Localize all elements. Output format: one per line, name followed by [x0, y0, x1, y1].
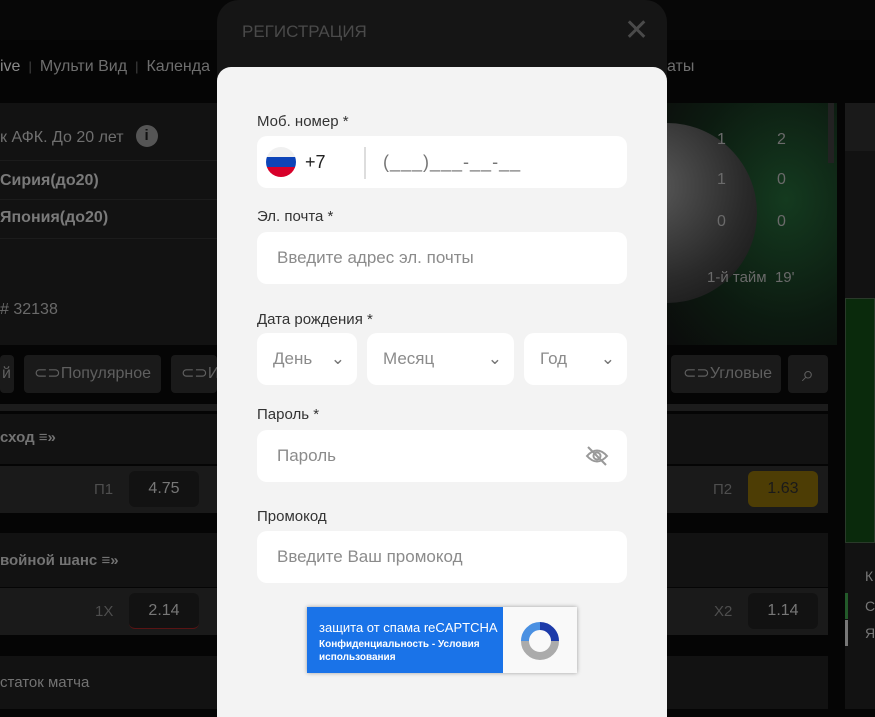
league-name: к АФК. До 20 лет [0, 129, 124, 146]
email-label: Эл. почта * [257, 208, 334, 225]
country-code[interactable]: +7 [305, 136, 326, 188]
phone-field: +7 [257, 136, 627, 188]
recaptcha-logo-icon [521, 622, 559, 660]
chevron-down-icon: ⌄ [487, 349, 502, 368]
recaptcha-badge[interactable]: защита от спама reCAPTCHA Конфиденциальн… [307, 607, 577, 673]
score-header-2: 2 [777, 131, 786, 148]
info-icon[interactable]: i [135, 125, 158, 147]
chevron-down-icon: ⌄ [600, 349, 615, 368]
score-team2-half1: 0 [717, 213, 726, 230]
odd-button-1x[interactable]: 2.14 [129, 593, 199, 629]
eye-off-icon[interactable] [585, 445, 609, 467]
nav-item-multiview[interactable]: Мульти Вид [40, 58, 127, 75]
day-select[interactable]: День ⌄ [257, 333, 357, 385]
birthdate-label: Дата рождения * [257, 311, 373, 328]
nav-item-results[interactable]: аты [667, 58, 694, 76]
match-info-panel: к АФК. До 20 лет i Сирия(до20) Япония(до2… [0, 103, 217, 345]
promo-input[interactable]: Введите Ваш промокод [257, 531, 627, 583]
match-id: # 32138 [0, 301, 58, 318]
score-team1-half2: 0 [777, 171, 786, 188]
tab-other[interactable]: ⊂⊃И [171, 355, 219, 393]
password-field: Пароль [257, 430, 627, 482]
score-team1-half1: 1 [717, 171, 726, 188]
nav-item-calendar[interactable]: Календа [146, 58, 210, 75]
side-row: К [865, 568, 874, 584]
tab-all[interactable]: й [0, 355, 14, 393]
month-select[interactable]: Месяц ⌄ [367, 333, 514, 385]
search-icon[interactable]: ⌕ [788, 355, 828, 393]
odd-label-p1: П1 [94, 481, 114, 498]
year-select[interactable]: Год ⌄ [524, 333, 627, 385]
promo-label: Промокод [257, 508, 327, 525]
chevron-down-icon: ⌄ [330, 349, 345, 368]
odd-button-p1[interactable]: 4.75 [129, 471, 199, 507]
odd-label-p2: П2 [713, 481, 733, 498]
nav-item-live[interactable]: ive [0, 58, 20, 75]
score-team2-half2: 0 [777, 213, 786, 230]
side-panel: К С Я [845, 103, 875, 709]
divider [364, 147, 366, 179]
field-visualization [845, 298, 875, 543]
email-input[interactable]: Введите адрес эл. почты [257, 232, 627, 284]
side-row: Я [845, 620, 875, 646]
odd-label-x2: Х2 [714, 603, 733, 620]
password-input[interactable]: Пароль [277, 446, 336, 465]
recaptcha-title: защита от спама reCAPTCHA [319, 620, 498, 635]
coins-icon: ≡» [38, 429, 56, 446]
scrollbar[interactable] [828, 103, 834, 163]
coins-icon: ≡» [101, 552, 119, 569]
match-period: 1-й тайм 19' [707, 269, 795, 286]
close-icon[interactable]: ✕ [624, 16, 649, 46]
team2-name: Япония(до20) [0, 200, 217, 239]
team1-name: Сирия(до20) [0, 161, 217, 200]
score-header-1: 1 [717, 131, 726, 148]
nav-bar: ive | Мульти Вид | Календа [0, 58, 210, 75]
odd-label-1x: 1Х [95, 603, 114, 620]
tab-popular[interactable]: ⊂⊃Популярное [24, 355, 161, 393]
tab-corners[interactable]: ⊂⊃Угловые [671, 355, 781, 393]
password-label: Пароль * [257, 406, 320, 423]
scoreboard: 1 2 1 0 0 0 1-й тайм 19' [667, 103, 837, 345]
odd-button-p2[interactable]: 1.63 [748, 471, 818, 507]
recaptcha-links[interactable]: Конфиденциальность - Условия использован… [319, 638, 503, 664]
odd-button-x2[interactable]: 1.14 [748, 593, 818, 629]
modal-title: РЕГИСТРАЦИЯ [242, 22, 367, 41]
phone-label: Моб. номер * [257, 113, 349, 130]
russia-flag-icon[interactable] [266, 147, 296, 177]
phone-input[interactable] [383, 136, 613, 188]
side-row: С [845, 593, 875, 619]
